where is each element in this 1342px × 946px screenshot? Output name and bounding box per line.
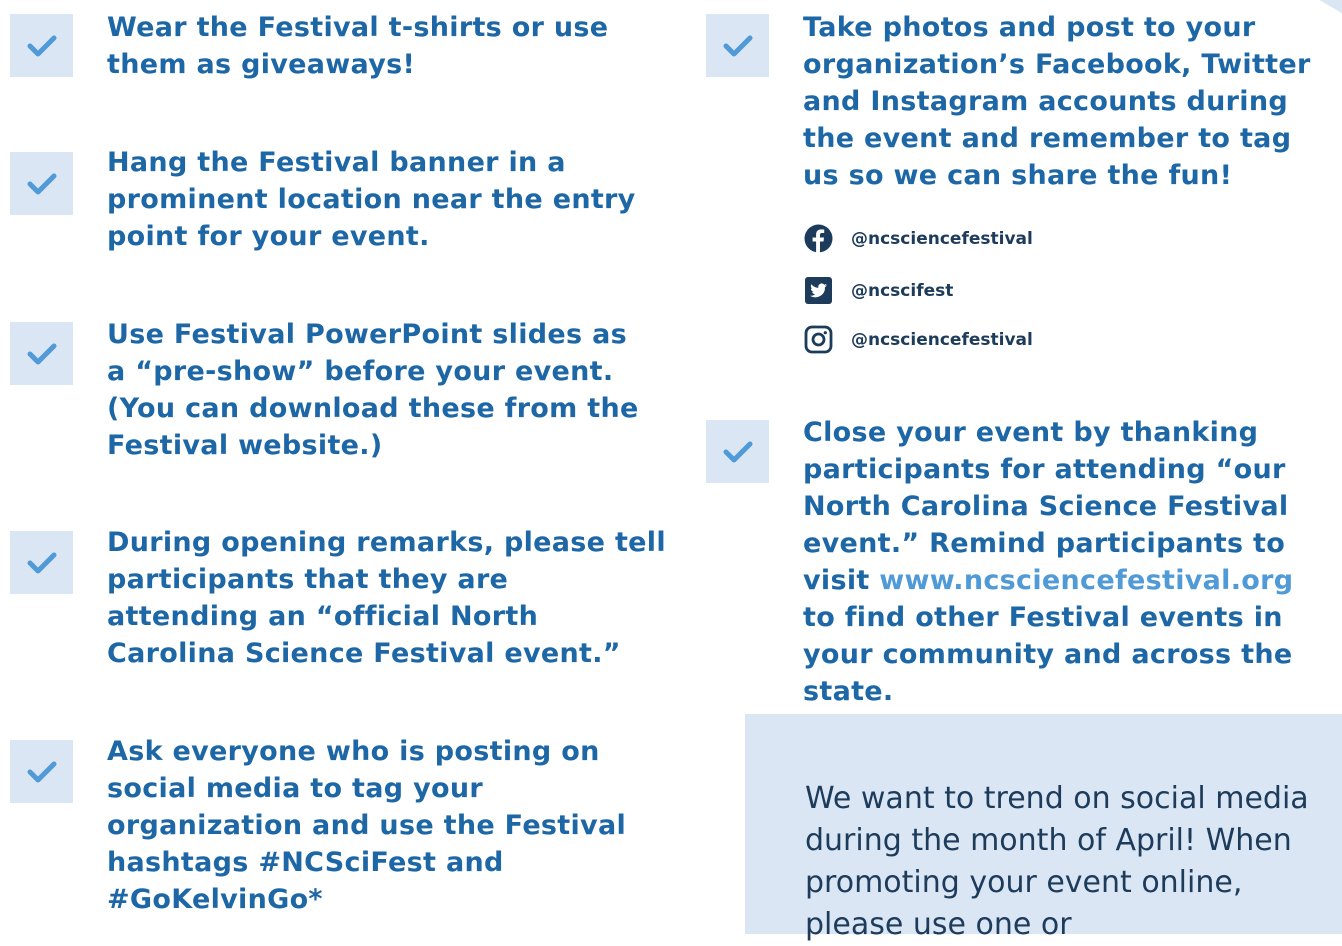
checklist-text: Hang the Festival banner in a prominent …: [107, 147, 636, 252]
social-instagram[interactable]: @ncsciencefestival: [804, 325, 1033, 354]
checklist-text: Ask everyone who is posting on social me…: [107, 736, 627, 915]
checklist-text: Wear the Festival t-shirts or use them a…: [107, 12, 609, 80]
checkmark-icon: [706, 14, 769, 77]
facebook-handle: @ncsciencefestival: [851, 228, 1033, 249]
checkmark-icon: [10, 531, 73, 594]
close-text-after-link: to find other Festival events in your co…: [803, 602, 1293, 707]
checklist-text: Take photos and post to your organizatio…: [803, 12, 1311, 191]
callout-text: We want to trend on social media during …: [805, 781, 1309, 942]
trend-callout-box: We want to trend on social media during …: [745, 714, 1342, 942]
instagram-icon: [804, 325, 833, 354]
checkmark-icon: [706, 420, 769, 483]
social-twitter[interactable]: @ncscifest: [804, 276, 953, 305]
twitter-handle: @ncscifest: [851, 280, 954, 301]
checklist-text: Use Festival PowerPoint slides as a “pre…: [107, 319, 639, 461]
checklist-text: Close your event by thanking participant…: [803, 414, 1333, 710]
checkmark-icon: [10, 152, 73, 215]
twitter-icon: [804, 276, 833, 305]
social-facebook[interactable]: @ncsciencefestival: [804, 224, 1033, 253]
checklist-text: During opening remarks, please tell part…: [107, 527, 666, 669]
checkmark-icon: [10, 322, 73, 385]
checkmark-icon: [10, 14, 73, 77]
checkmark-icon: [10, 740, 73, 803]
instagram-handle: @ncsciencefestival: [851, 329, 1033, 350]
facebook-icon: [804, 224, 833, 253]
festival-website-link[interactable]: www.ncsciencefestival.org: [879, 565, 1293, 596]
